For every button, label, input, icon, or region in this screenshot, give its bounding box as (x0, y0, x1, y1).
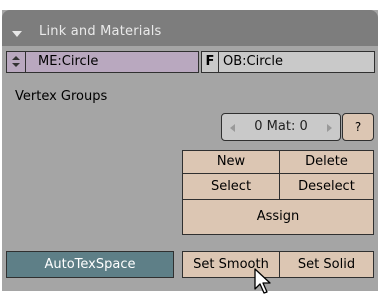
material-help-button[interactable]: ? (342, 113, 374, 141)
vertex-groups-label: Vertex Groups (15, 89, 108, 104)
panel-header[interactable]: Link and Materials (2, 10, 378, 46)
deselect-material-button[interactable]: Deselect (279, 173, 374, 200)
delete-material-button[interactable]: Delete (279, 150, 374, 174)
left-arrow-icon[interactable] (230, 124, 235, 132)
down-arrow-icon (12, 63, 20, 67)
select-material-button[interactable]: Select (182, 173, 280, 200)
object-name-field[interactable]: OB:Circle (218, 51, 375, 73)
mesh-name-field[interactable]: ME:Circle (25, 51, 199, 73)
fake-user-button[interactable]: F (201, 51, 219, 73)
autotexspace-toggle[interactable]: AutoTexSpace (6, 251, 174, 278)
right-arrow-icon[interactable] (327, 124, 332, 132)
up-arrow-icon (12, 56, 20, 60)
new-material-button[interactable]: New (182, 150, 280, 174)
material-index-value: 0 Mat: 0 (254, 119, 308, 134)
assign-material-button[interactable]: Assign (182, 199, 374, 235)
panel-title: Link and Materials (39, 24, 162, 39)
mouse-pointer-icon (254, 268, 271, 294)
mesh-browse-button[interactable] (6, 51, 26, 73)
material-index-selector[interactable]: 0 Mat: 0 (221, 113, 341, 141)
set-solid-button[interactable]: Set Solid (279, 251, 374, 278)
triangle-down-icon[interactable] (12, 31, 22, 37)
